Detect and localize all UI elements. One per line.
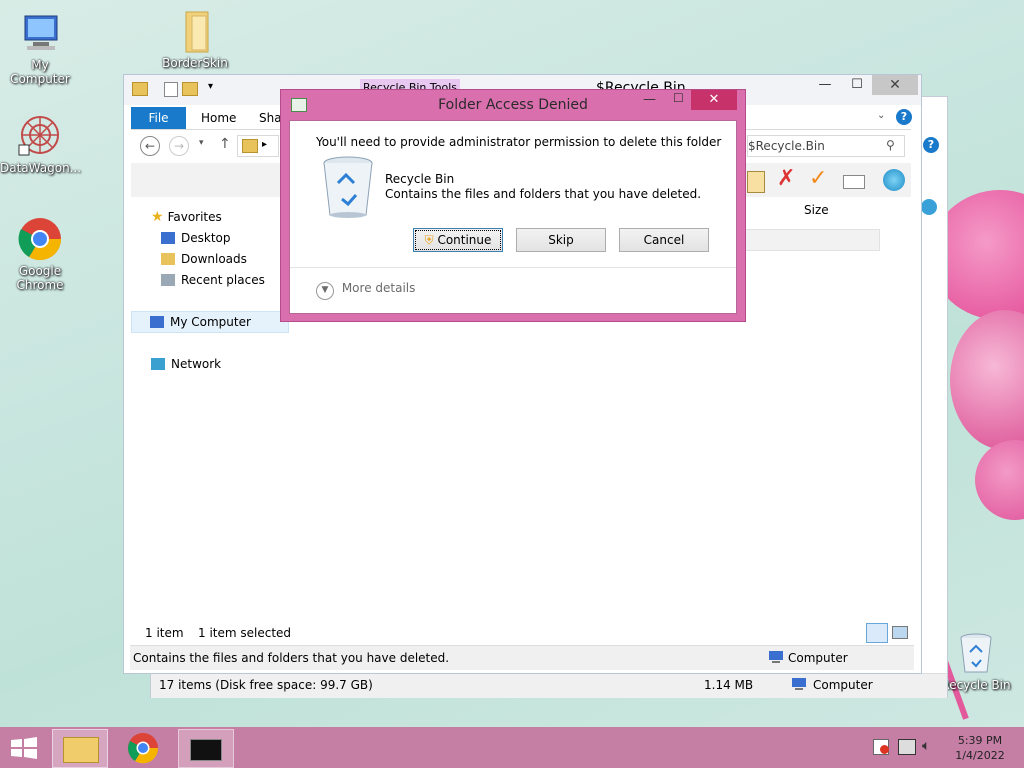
command-prompt-icon bbox=[190, 739, 222, 761]
status-item-count: 1 item bbox=[145, 626, 184, 640]
chrome-icon bbox=[128, 733, 159, 764]
recent-places-icon bbox=[161, 274, 175, 286]
clipboard-icon[interactable] bbox=[747, 171, 765, 193]
computer-icon bbox=[150, 316, 164, 328]
help-icon[interactable]: ? bbox=[923, 137, 939, 153]
search-icon[interactable]: ⚲ bbox=[886, 138, 895, 152]
back-status-bar: 17 items (Disk free space: 99.7 GB) 1.14… bbox=[151, 673, 947, 698]
computer-icon bbox=[17, 10, 63, 56]
taskbar-command-prompt[interactable] bbox=[178, 729, 234, 768]
dialog-minimize-button[interactable]: — bbox=[643, 92, 656, 107]
search-text: $Recycle.Bin bbox=[748, 139, 825, 153]
file-row-selected[interactable] bbox=[744, 229, 880, 251]
dialog-item-description: Contains the files and folders that you … bbox=[385, 187, 702, 201]
up-button[interactable]: ↑ bbox=[219, 136, 231, 152]
divider bbox=[290, 267, 736, 268]
delete-icon[interactable]: ✗ bbox=[777, 166, 795, 191]
status-selected-count: 1 item selected bbox=[198, 626, 292, 640]
breadcrumb-arrow: ▸ bbox=[262, 139, 268, 150]
details-view-icon[interactable] bbox=[866, 623, 888, 643]
dialog-message: You'll need to provide administrator per… bbox=[316, 135, 722, 149]
desktop-icon-datawagon[interactable]: DataWagon... bbox=[0, 113, 81, 175]
checkmark-icon[interactable]: ✓ bbox=[809, 166, 827, 191]
back-status-size: 1.14 MB bbox=[704, 678, 754, 692]
back-button[interactable]: ← bbox=[140, 136, 160, 156]
status-description: Contains the files and folders that you … bbox=[133, 651, 450, 665]
desktop-icon-my-computer[interactable]: My Computer bbox=[0, 10, 80, 86]
folder-access-denied-dialog: Folder Access Denied — ☐ ✕ You'll need t… bbox=[280, 89, 746, 322]
recycle-bin-icon bbox=[953, 630, 999, 676]
network-icon bbox=[151, 358, 165, 370]
more-details-toggle[interactable]: ▼ More details bbox=[316, 281, 415, 300]
close-button[interactable]: ✕ bbox=[872, 75, 918, 95]
large-icons-view-icon[interactable] bbox=[892, 626, 908, 639]
back-status-location: Computer bbox=[813, 678, 873, 692]
volume-muted-icon[interactable]: 🔈︎ bbox=[922, 738, 930, 754]
chevron-down-icon: ▼ bbox=[316, 282, 334, 300]
minimize-button[interactable]: — bbox=[810, 75, 840, 95]
taskbar: 🔈︎ 5:39 PM 1/4/2022 bbox=[0, 727, 1024, 768]
tab-home[interactable]: Home bbox=[201, 111, 236, 125]
back-status-text: 17 items (Disk free space: 99.7 GB) bbox=[159, 678, 373, 692]
recycle-bin-icon bbox=[320, 155, 376, 222]
chevron-down-icon[interactable]: ⌄ bbox=[877, 110, 885, 121]
taskbar-chrome[interactable] bbox=[116, 729, 170, 766]
start-button[interactable] bbox=[10, 737, 38, 762]
downloads-icon bbox=[161, 253, 175, 265]
properties-icon[interactable] bbox=[164, 82, 178, 97]
computer-icon bbox=[768, 650, 784, 667]
continue-button[interactable]: ⛨ Continue bbox=[413, 228, 503, 252]
desktop-icon-borderskin[interactable]: BorderSkin bbox=[155, 8, 235, 70]
globe-icon bbox=[921, 199, 937, 215]
skip-button[interactable]: Skip bbox=[516, 228, 606, 252]
nav-recent-places[interactable]: Recent places bbox=[161, 273, 265, 287]
nav-my-computer[interactable]: My Computer bbox=[131, 311, 289, 333]
action-center-icon[interactable] bbox=[873, 739, 889, 755]
status-bar: Contains the files and folders that you … bbox=[130, 645, 914, 670]
datawagon-icon bbox=[17, 113, 63, 159]
chrome-icon bbox=[17, 216, 63, 262]
status-location: Computer bbox=[788, 651, 848, 665]
maximize-button[interactable]: ☐ bbox=[842, 75, 872, 95]
dialog-item-name: Recycle Bin bbox=[385, 172, 455, 186]
folder-icon bbox=[132, 82, 148, 96]
search-input[interactable]: $Recycle.Bin ⚲ bbox=[747, 135, 905, 157]
nav-downloads[interactable]: Downloads bbox=[161, 252, 247, 266]
folder-icon bbox=[242, 139, 258, 153]
clock-date: 1/4/2022 bbox=[955, 749, 1005, 762]
column-header-size[interactable]: Size bbox=[804, 203, 829, 217]
clock-time: 5:39 PM bbox=[957, 734, 1003, 747]
forward-button[interactable]: → bbox=[169, 136, 189, 156]
dialog-body: You'll need to provide administrator per… bbox=[289, 120, 737, 314]
address-bar[interactable]: ▸ bbox=[237, 135, 279, 157]
computer-icon bbox=[791, 677, 807, 694]
recent-locations-icon[interactable]: ▾ bbox=[199, 138, 204, 148]
new-folder-icon[interactable] bbox=[182, 82, 198, 96]
globe-icon[interactable] bbox=[883, 169, 905, 191]
tab-file[interactable]: File bbox=[131, 107, 186, 129]
dialog-maximize-button[interactable]: ☐ bbox=[673, 91, 684, 105]
nav-favorites[interactable]: ★ Favorites bbox=[151, 209, 222, 225]
nav-network[interactable]: Network bbox=[151, 357, 221, 371]
chevron-down-icon[interactable]: ▾ bbox=[208, 81, 213, 92]
dialog-close-button[interactable]: ✕ bbox=[691, 90, 737, 110]
file-explorer-icon bbox=[63, 737, 99, 763]
uac-shield-icon: ⛨ bbox=[424, 233, 434, 247]
navigation-pane: ★ Favorites Desktop Downloads Recent plac… bbox=[131, 199, 289, 619]
network-icon[interactable] bbox=[898, 739, 916, 755]
taskbar-file-explorer[interactable] bbox=[52, 729, 108, 768]
star-icon: ★ bbox=[151, 209, 164, 225]
help-icon[interactable]: ? bbox=[896, 109, 912, 125]
rename-icon[interactable] bbox=[843, 175, 865, 189]
desktop-icon bbox=[161, 232, 175, 244]
clock[interactable]: 5:39 PM 1/4/2022 bbox=[950, 733, 1010, 763]
desktop-icon-google-chrome[interactable]: Google Chrome bbox=[0, 216, 80, 292]
folder-icon bbox=[172, 8, 218, 54]
cancel-button[interactable]: Cancel bbox=[619, 228, 709, 252]
nav-desktop[interactable]: Desktop bbox=[161, 231, 231, 245]
desktop-icon-recycle-bin[interactable]: Recycle Bin bbox=[936, 630, 1016, 692]
